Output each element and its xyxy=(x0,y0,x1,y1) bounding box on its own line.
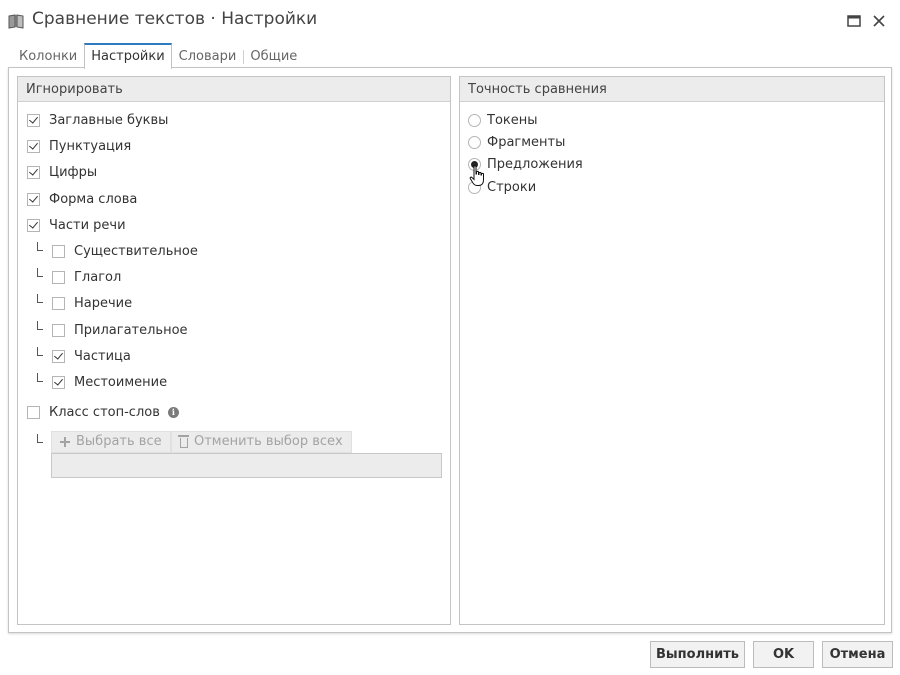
checkbox-label: Пунктуация xyxy=(49,138,132,154)
checkbox-verb[interactable]: Глагол xyxy=(52,267,121,287)
checkbox-punctuation[interactable]: Пунктуация xyxy=(27,136,131,156)
tab-settings[interactable]: Настройки xyxy=(84,43,172,69)
radio-lines-button[interactable] xyxy=(468,180,481,194)
settings-content: Игнорировать Заглавные буквы Пунктуация … xyxy=(8,67,892,633)
ignore-panel: Игнорировать Заглавные буквы Пунктуация … xyxy=(17,76,451,625)
checkbox-label: Части речи xyxy=(49,217,126,233)
close-icon[interactable] xyxy=(870,12,888,30)
tree-branch-icon xyxy=(37,242,43,251)
checkbox-word-form-box[interactable] xyxy=(27,192,40,206)
tab-bar: Колонки Настройки Словари Общие xyxy=(12,43,304,69)
checkbox-label: Цифры xyxy=(49,164,98,180)
window-title: Сравнение текстов · Настройки xyxy=(32,9,318,29)
checkbox-label: Прилагательное xyxy=(74,322,188,338)
checkbox-stopwords-box[interactable] xyxy=(27,405,40,419)
title-bar: Сравнение текстов · Настройки xyxy=(0,0,900,42)
info-icon[interactable]: i xyxy=(167,406,179,418)
checkbox-label: Глагол xyxy=(74,269,122,285)
radio-sentences[interactable]: Предложения xyxy=(468,154,583,174)
tab-general[interactable]: Общие xyxy=(243,43,304,68)
ignore-panel-title: Игнорировать xyxy=(18,77,450,102)
checkbox-label: Класс стоп-слов xyxy=(49,404,160,420)
tab-dictionaries[interactable]: Словари xyxy=(172,43,244,68)
checkbox-noun-box[interactable] xyxy=(52,244,65,258)
checkbox-label: Существительное xyxy=(74,243,198,259)
tree-branch-icon xyxy=(37,347,43,356)
checkbox-digits-box[interactable] xyxy=(27,165,40,179)
cancel-button[interactable]: Отмена xyxy=(822,641,893,668)
checkbox-label: Наречие xyxy=(74,295,133,311)
checkbox-capital-letters-box[interactable] xyxy=(27,113,40,127)
checkbox-particle-box[interactable] xyxy=(52,349,65,363)
checkbox-label: Форма слова xyxy=(49,191,138,207)
select-all-button[interactable]: Выбрать все xyxy=(51,431,171,453)
radio-tokens[interactable]: Токены xyxy=(468,110,538,130)
run-button[interactable]: Выполнить xyxy=(650,641,745,668)
tree-branch-icon xyxy=(37,321,43,330)
radio-label: Строки xyxy=(487,179,537,195)
book-icon xyxy=(8,14,24,29)
checkbox-adverb[interactable]: Наречие xyxy=(52,293,132,313)
checkbox-adjective-box[interactable] xyxy=(52,323,65,337)
radio-sentences-button[interactable] xyxy=(468,157,481,171)
checkbox-noun[interactable]: Существительное xyxy=(52,241,198,261)
radio-fragments[interactable]: Фрагменты xyxy=(468,132,565,152)
checkbox-capital-letters[interactable]: Заглавные буквы xyxy=(27,110,168,130)
deselect-all-button[interactable]: Отменить выбор всех xyxy=(171,431,352,453)
tree-branch-icon xyxy=(37,373,43,382)
checkbox-pronoun-box[interactable] xyxy=(52,375,65,389)
accuracy-panel: Точность сравнения Токены Фрагменты Пред… xyxy=(459,76,885,625)
radio-label: Фрагменты xyxy=(487,134,566,150)
checkbox-label: Заглавные буквы xyxy=(49,112,169,128)
radio-lines[interactable]: Строки xyxy=(468,177,536,197)
radio-fragments-button[interactable] xyxy=(468,135,481,149)
stopwords-field[interactable] xyxy=(51,453,442,478)
checkbox-adjective[interactable]: Прилагательное xyxy=(52,320,188,340)
tree-branch-icon xyxy=(37,268,43,277)
radio-label: Токены xyxy=(487,112,538,128)
accuracy-panel-title: Точность сравнения xyxy=(460,77,884,102)
ok-button[interactable]: OK xyxy=(753,641,814,668)
checkbox-pronoun[interactable]: Местоимение xyxy=(52,372,167,392)
checkbox-stopwords[interactable]: Класс стоп-слов i xyxy=(27,402,179,422)
checkbox-digits[interactable]: Цифры xyxy=(27,162,97,182)
checkbox-parts-of-speech[interactable]: Части речи xyxy=(27,215,126,235)
checkbox-word-form[interactable]: Форма слова xyxy=(27,189,137,209)
checkbox-particle[interactable]: Частица xyxy=(52,346,131,366)
trash-icon xyxy=(178,435,189,448)
checkbox-label: Частица xyxy=(74,348,131,364)
select-all-label: Выбрать все xyxy=(76,434,162,449)
plus-icon xyxy=(60,437,70,447)
tree-branch-icon xyxy=(37,294,43,303)
checkbox-parts-of-speech-box[interactable] xyxy=(27,218,40,232)
maximize-icon[interactable] xyxy=(845,12,863,30)
checkbox-label: Местоимение xyxy=(74,374,168,390)
checkbox-adverb-box[interactable] xyxy=(52,296,65,310)
checkbox-punctuation-box[interactable] xyxy=(27,139,40,153)
deselect-all-label: Отменить выбор всех xyxy=(194,434,343,449)
tab-columns[interactable]: Колонки xyxy=(12,43,84,68)
checkbox-verb-box[interactable] xyxy=(52,270,65,284)
radio-tokens-button[interactable] xyxy=(468,113,481,127)
tree-branch-icon xyxy=(37,434,43,443)
radio-label: Предложения xyxy=(487,156,583,172)
